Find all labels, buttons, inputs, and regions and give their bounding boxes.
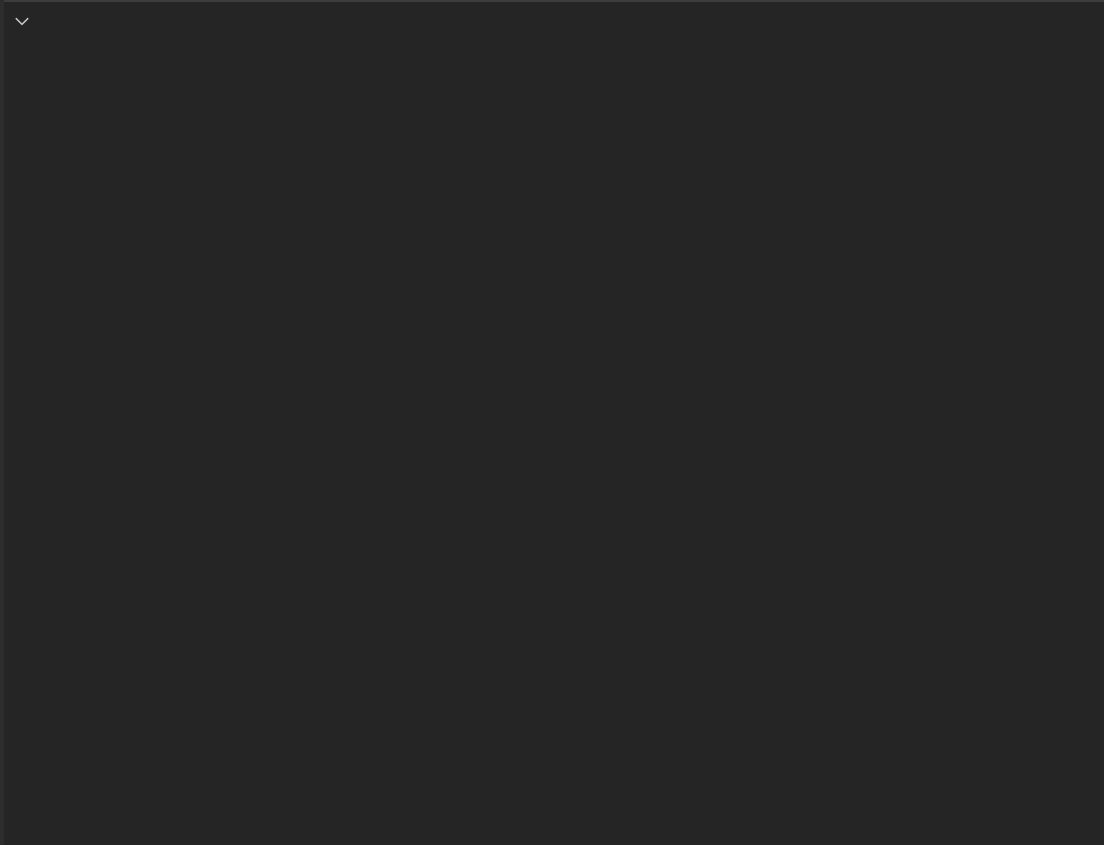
call-stack-header[interactable] [4,2,1104,40]
panel-left-border [0,0,4,845]
chevron-down-icon [6,12,38,30]
